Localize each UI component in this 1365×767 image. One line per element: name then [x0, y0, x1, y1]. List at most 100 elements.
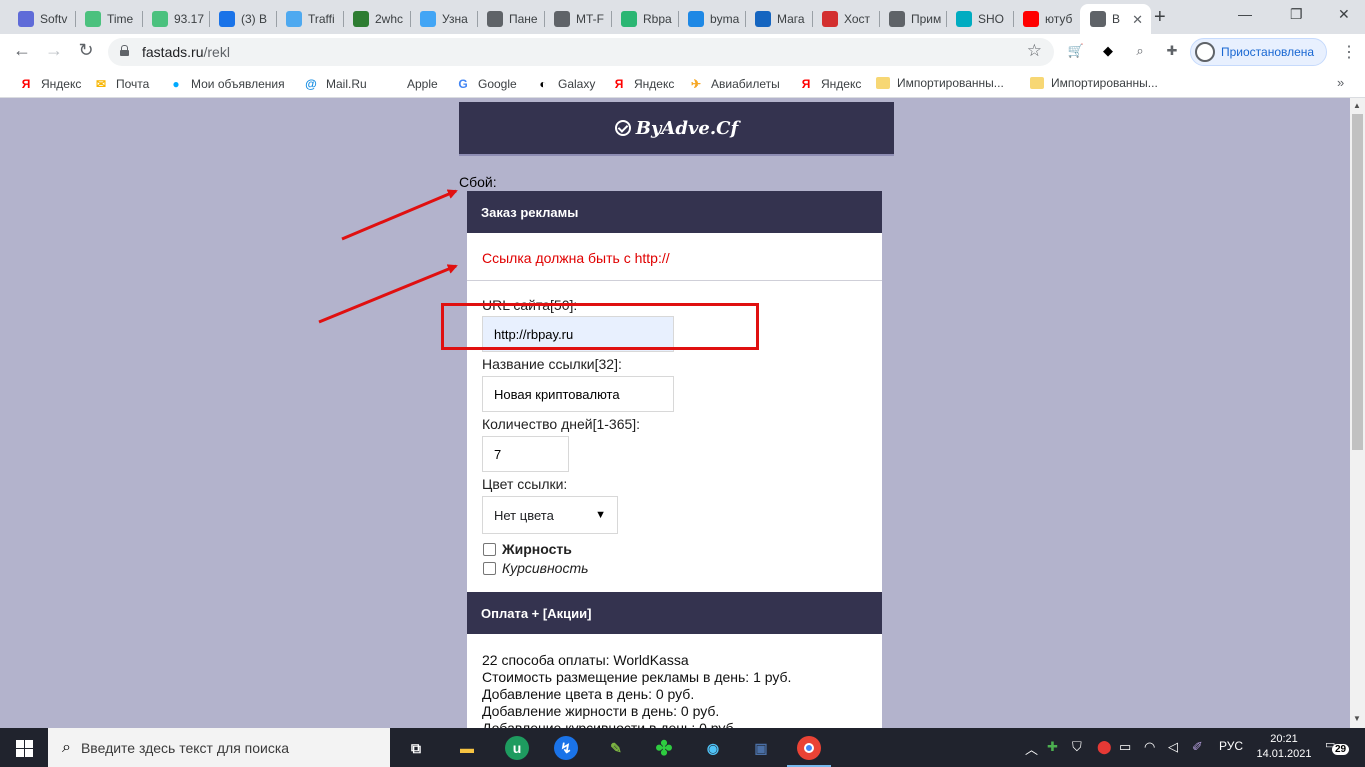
folder-icon: [1030, 77, 1044, 89]
clock[interactable]: 20:21 14.01.2021: [1256, 732, 1312, 762]
tab[interactable]: Прим: [879, 4, 945, 34]
avatar: [1195, 42, 1215, 62]
close-window-icon[interactable]: ✕: [1338, 6, 1350, 23]
windows-start-icon[interactable]: [16, 740, 33, 757]
shop-icon: [755, 11, 771, 27]
tab[interactable]: Rbpa: [611, 4, 677, 34]
tab[interactable]: Softv: [8, 4, 74, 34]
reload-icon[interactable]: ↻: [74, 40, 98, 61]
tab[interactable]: (3) B: [209, 4, 275, 34]
battery-icon[interactable]: ▭: [1119, 739, 1131, 755]
address-bar[interactable]: fastads.ru/rekl ☆: [108, 38, 1054, 66]
annotation-arrows: [318, 189, 458, 324]
page-scrollbar[interactable]: ▲ ▼: [1350, 98, 1365, 728]
tab[interactable]: Time: [75, 4, 141, 34]
bookmark-item[interactable]: Я Яндекс: [18, 76, 82, 92]
clock-date: 14.01.2021: [1256, 748, 1312, 760]
scroll-thumb[interactable]: [1352, 114, 1363, 450]
volume-icon[interactable]: ◁: [1168, 739, 1178, 755]
taskbar-search[interactable]: ⌕ Введите здесь текст для поиска: [48, 728, 390, 767]
file-explorer-icon[interactable]: ▬: [455, 736, 479, 760]
profile-button[interactable]: Приостановлена: [1190, 38, 1327, 66]
tab-label: (3) B: [241, 12, 268, 26]
tray-app-icon[interactable]: ✚: [1047, 739, 1058, 755]
bookmark-item[interactable]: ✈ Авиабилеты: [688, 76, 780, 92]
alert-tray-icon[interactable]: ⬤: [1097, 739, 1112, 755]
search-extension-icon[interactable]: ⌕: [1131, 43, 1149, 61]
bookmark-star-icon[interactable]: ☆: [1027, 41, 1042, 61]
bookmark-item[interactable]: ◐ Galaxy: [535, 76, 595, 92]
tab[interactable]: Пане: [477, 4, 543, 34]
chrome-icon[interactable]: [787, 736, 831, 767]
bookmark-item[interactable]: Импортированны...: [876, 76, 1004, 90]
browser-menu-icon[interactable]: ⋮: [1341, 42, 1357, 62]
lock-icon[interactable]: [120, 45, 129, 56]
tab-label: Rbpa: [643, 12, 672, 26]
bookmark-label: Яндекс: [41, 77, 82, 91]
bookmark-item[interactable]: @ Mail.Ru: [303, 76, 367, 92]
bookmark-item[interactable]: Импортированны...: [1030, 76, 1158, 90]
tab[interactable]: 2whc: [343, 4, 409, 34]
more-bookmarks-icon[interactable]: »: [1337, 75, 1344, 90]
close-tab-icon[interactable]: ✕: [1132, 12, 1143, 28]
floppy-icon[interactable]: ▣: [749, 736, 773, 760]
tab-active[interactable]: В ✕: [1080, 4, 1151, 34]
bookmark-label: Авиабилеты: [711, 77, 780, 91]
bookmark-label: Почта: [116, 77, 150, 91]
back-icon[interactable]: ←: [10, 40, 34, 61]
minimize-icon[interactable]: —: [1238, 6, 1252, 22]
url-text[interactable]: fastads.ru/rekl: [142, 44, 230, 60]
profile-label: Приостановлена: [1221, 45, 1315, 59]
bookmark-item[interactable]: Я Яндекс: [611, 76, 675, 92]
bookmark-item[interactable]: Apple: [384, 76, 438, 92]
bookmark-item[interactable]: Я Яндекс: [798, 76, 862, 92]
app-blue-icon[interactable]: ↯: [554, 736, 578, 760]
bookmark-item[interactable]: ✉ Почта: [93, 76, 149, 92]
tab-label: Traffi: [308, 12, 335, 26]
mailru-icon: @: [305, 77, 317, 91]
shield-icon[interactable]: ⛉: [1072, 739, 1082, 755]
traffic-icon: [286, 11, 302, 27]
utorrent-icon[interactable]: u: [505, 736, 529, 760]
clock-time: 20:21: [1270, 733, 1298, 745]
bookmark-label: Яндекс: [634, 77, 675, 91]
pen-icon[interactable]: ✐: [1192, 739, 1203, 755]
scroll-up-icon[interactable]: ▲: [1353, 101, 1361, 110]
arrow-to-alert: [318, 264, 458, 324]
software-icon: [18, 11, 34, 27]
tab[interactable]: Мага: [745, 4, 811, 34]
tab[interactable]: MT-F: [544, 4, 610, 34]
tab[interactable]: byma: [678, 4, 744, 34]
search-icon: ⌕: [62, 738, 71, 756]
new-tab-button[interactable]: +: [1154, 6, 1166, 29]
forward-icon[interactable]: →: [42, 40, 66, 61]
maximize-icon[interactable]: ❐: [1290, 6, 1303, 23]
tab[interactable]: ютуб: [1013, 4, 1079, 34]
clover-icon[interactable]: ✤: [652, 736, 676, 760]
bookmark-item[interactable]: G Google: [455, 76, 516, 92]
tab[interactable]: 93.17: [142, 4, 208, 34]
cart-extension-icon[interactable]: 🛒: [1067, 43, 1085, 61]
tab-label: Мага: [777, 12, 805, 26]
language-indicator[interactable]: РУС: [1219, 739, 1243, 753]
tab[interactable]: SHO: [946, 4, 1012, 34]
tab[interactable]: Хост: [812, 4, 878, 34]
tab[interactable]: Узна: [410, 4, 476, 34]
tab-label: Прим: [911, 12, 942, 26]
notification-count: 29: [1332, 744, 1350, 755]
extensions-puzzle-icon[interactable]: ✚: [1163, 43, 1181, 61]
tab-label: Пане: [509, 12, 538, 26]
extension-diamond-icon[interactable]: ◆: [1099, 43, 1117, 61]
tab-label: Хост: [844, 12, 871, 26]
tab[interactable]: Traffi: [276, 4, 342, 34]
scroll-down-icon[interactable]: ▼: [1353, 714, 1361, 723]
tray-chevron-icon[interactable]: ︿: [1025, 739, 1038, 758]
wifi-icon[interactable]: ◠: [1144, 739, 1155, 755]
app-circle-icon[interactable]: ◉: [701, 736, 725, 760]
yandex-icon: Я: [801, 77, 811, 91]
notifications-button[interactable]: ▭ 29: [1325, 738, 1350, 758]
notepad-icon[interactable]: ✎: [604, 736, 628, 760]
bookmark-item[interactable]: ● Мои объявления: [168, 76, 284, 92]
task-view-icon[interactable]: ⧉: [404, 736, 428, 760]
apple-icon: [384, 76, 400, 92]
